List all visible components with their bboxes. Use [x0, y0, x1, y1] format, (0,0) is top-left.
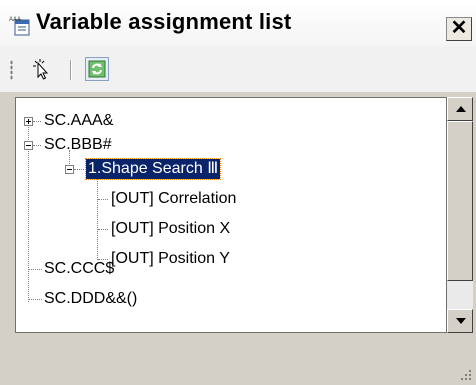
scroll-down-button[interactable]: [447, 309, 473, 333]
expand-icon[interactable]: [24, 117, 33, 126]
title-bar[interactable]: AAA Variable assignment list ✕: [0, 0, 476, 46]
tree-connector: [28, 299, 42, 301]
collapse-icon[interactable]: [24, 141, 33, 150]
close-button[interactable]: ✕: [446, 17, 472, 41]
list-document-icon: AAA: [9, 14, 31, 36]
tree-connector: [98, 229, 108, 231]
select-pointer-icon: [33, 59, 49, 80]
vertical-scrollbar[interactable]: [447, 97, 473, 333]
arrow-up-icon: [456, 106, 466, 112]
tree-connector: [74, 169, 84, 171]
toolbar-grip[interactable]: [10, 60, 13, 80]
resize-grip-icon[interactable]: [458, 367, 472, 381]
scroll-up-button[interactable]: [447, 97, 473, 121]
variable-assignment-window: AAA Variable assignment list ✕ SC.AAA& S…: [0, 0, 476, 385]
toolbar-separator: [70, 60, 72, 80]
collapse-icon[interactable]: [65, 165, 74, 174]
tree-node-out-correlation[interactable]: [OUT] Correlation: [111, 189, 236, 209]
variable-tree[interactable]: SC.AAA& SC.BBB# 1.Shape Search Ⅲ [OUT] C…: [15, 97, 447, 333]
toolbar: [0, 46, 476, 92]
tree-connector: [33, 145, 41, 147]
arrow-down-icon: [456, 318, 466, 324]
refresh-button[interactable]: [85, 57, 109, 81]
close-icon: ✕: [450, 17, 468, 39]
refresh-icon: [88, 60, 106, 78]
tree-connector: [97, 175, 99, 260]
tree-node-sc-aaa[interactable]: SC.AAA&: [44, 111, 113, 131]
tree-connector: [98, 199, 108, 201]
select-tool-button[interactable]: [27, 55, 55, 83]
scrollbar-thumb[interactable]: [447, 121, 473, 281]
tree-node-sc-ccc[interactable]: SC.CCC$: [44, 259, 114, 279]
tree-node-sc-ddd[interactable]: SC.DDD&&(): [44, 289, 137, 309]
window-title: Variable assignment list: [36, 9, 292, 34]
tree-connector: [33, 121, 41, 123]
svg-text:AAA: AAA: [9, 17, 21, 23]
tree-node-shape-search[interactable]: 1.Shape Search Ⅲ: [84, 158, 222, 180]
tree-connector: [28, 269, 42, 271]
status-bar: [0, 341, 476, 385]
tree-node-out-position-y[interactable]: [OUT] Position Y: [111, 249, 230, 269]
tree-node-out-position-x[interactable]: [OUT] Position X: [111, 219, 230, 239]
tree-node-sc-bbb[interactable]: SC.BBB#: [44, 135, 112, 155]
